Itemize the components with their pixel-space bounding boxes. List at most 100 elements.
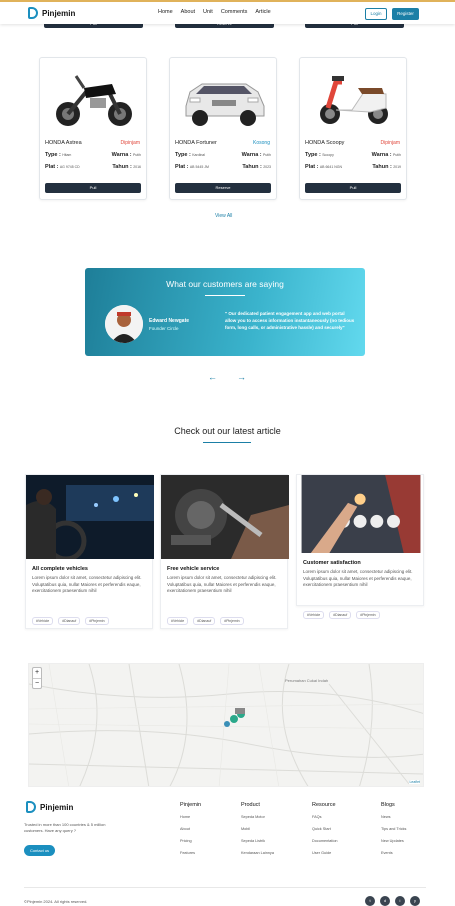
twitter-icon[interactable]: t — [365, 896, 375, 906]
footer-link[interactable]: Sepeda Listrik — [241, 839, 274, 843]
footer-link[interactable]: Tips and Tricks — [381, 827, 406, 831]
vehicle-action-button[interactable]: Pull — [305, 183, 401, 193]
tag[interactable]: #Dianauf — [329, 611, 352, 619]
logo-icon — [26, 801, 36, 813]
tag[interactable]: #Dianauf — [58, 617, 81, 625]
footer-link[interactable]: New Updates — [381, 839, 406, 843]
vehicle-row-plate: Plat : AG 9745 CD Tahun : 2016 — [45, 164, 141, 170]
article-body: Lorem ipsum dolor sit amet, consectetur … — [167, 575, 277, 593]
article-card[interactable]: Free vehicle service Lorem ipsum dolor s… — [160, 474, 289, 629]
suv-image — [185, 83, 265, 126]
article-title: All complete vehicles — [32, 566, 88, 572]
footer-column-title: Pinjemin — [180, 802, 202, 808]
instagram-icon[interactable]: i — [395, 896, 405, 906]
vehicle-row-plate: Plat : AB 6641 NGN Tahun : 2019 — [305, 164, 401, 170]
zoom-control: + − — [32, 667, 42, 689]
footer-description: Trusted in more than 100 countries & 5 m… — [24, 822, 106, 833]
zoom-in-button[interactable]: + — [33, 668, 41, 678]
nav-article[interactable]: Article — [255, 9, 270, 15]
testimonial-heading: What our customers are saying — [166, 279, 284, 289]
arrow-right-icon[interactable]: → — [237, 372, 246, 382]
login-button[interactable]: Login — [365, 8, 387, 20]
brand-logo[interactable]: Pinjemin — [28, 7, 75, 19]
tag[interactable]: #Vehicle — [32, 617, 54, 625]
article-card[interactable]: Customer satisfaction Lorem ipsum dolor … — [296, 474, 424, 619]
vehicle-card: HONDA Fortuner Kosong Type : Kardinal Wa… — [169, 57, 277, 200]
map-marker-cluster — [224, 708, 245, 727]
article-body: Lorem ipsum dolor sit amet, consectetur … — [303, 569, 413, 587]
nav-unit[interactable]: Unit — [203, 9, 213, 15]
dribbble-icon[interactable]: d — [380, 896, 390, 906]
vehicle-name: HONDA Fortuner — [175, 140, 217, 146]
contact-us-button[interactable]: Contact us — [24, 845, 55, 856]
article-tags: #Vehicle #Dianauf #Pinjemin — [167, 617, 244, 625]
footer-link[interactable]: Sepeda Motor — [241, 815, 274, 819]
footer-link[interactable]: Home — [180, 815, 201, 819]
motorbike-image — [56, 75, 132, 126]
footer-link[interactable]: Pricing — [180, 839, 201, 843]
vehicle-status: Dipinjam — [380, 140, 400, 146]
vehicle-name: HONDA Astrea — [45, 140, 82, 146]
footer-column-title: Resource — [312, 802, 336, 808]
view-all-link[interactable]: View All — [215, 213, 232, 219]
heading-underline — [203, 442, 251, 443]
copyright: ©Pinjemin 2024. All rights reserved. — [24, 899, 88, 904]
footer-logo[interactable]: Pinjemin — [26, 801, 73, 813]
footer-link[interactable]: Quick Start — [312, 827, 338, 831]
zoom-out-button[interactable]: − — [33, 678, 41, 688]
articles-heading: Check out our latest article — [174, 426, 281, 436]
tag[interactable]: #Pinjemin — [85, 617, 109, 625]
customer-name: Edward Newgate — [149, 318, 190, 324]
vehicle-card: HONDA Astrea Dipinjam Type : Hitam Warna… — [39, 57, 147, 200]
article-tags: #Vehicle #Dianauf #Pinjemin — [32, 617, 109, 625]
map-place-label: Perumahan Cukai Indah — [285, 678, 329, 683]
arrow-left-icon[interactable]: ← — [208, 372, 217, 382]
footer-divider — [24, 887, 426, 888]
tag[interactable]: #Vehicle — [303, 611, 325, 619]
nav-about[interactable]: About — [181, 9, 195, 15]
footer-link[interactable]: Mobil — [241, 827, 274, 831]
footer-link[interactable]: Kendaraan Lainnya — [241, 851, 274, 855]
footer-column-title: Product — [241, 802, 260, 808]
tag[interactable]: #Vehicle — [167, 617, 189, 625]
article-image-driving — [26, 475, 154, 559]
footer-link[interactable]: Events — [381, 851, 406, 855]
tag[interactable]: #Pinjemin — [356, 611, 380, 619]
register-button[interactable]: Register — [392, 8, 419, 20]
testimonial-card: What our customers are saying Edward New… — [85, 268, 365, 356]
vehicle-row-plate: Plat : AB 5445 JM Tahun : 2023 — [175, 164, 271, 170]
top-navbar: Pinjemin Home About Unit Comments Articl… — [0, 0, 455, 24]
main-nav: Home About Unit Comments Article — [158, 9, 271, 15]
tag[interactable]: #Dianauf — [193, 617, 216, 625]
vehicle-card: HONDA Scoopy Dipinjam Type : Scoopy Warn… — [299, 57, 407, 200]
nav-comments[interactable]: Comments — [221, 9, 248, 15]
vehicle-row-type: Type : Hitam Warna : Putih — [45, 152, 141, 158]
vehicle-status: Kosong — [253, 140, 270, 146]
article-tags: #Vehicle #Dianauf #Pinjemin — [303, 611, 380, 619]
footer-column-pinjemin: Pinjemin Home About Pricing Features — [180, 802, 201, 863]
footer-link[interactable]: About — [180, 827, 201, 831]
article-body: Lorem ipsum dolor sit amet, consectetur … — [32, 575, 142, 593]
youtube-icon[interactable]: y — [410, 896, 420, 906]
testimonial-quote: " Our dedicated patient engagement app a… — [225, 311, 355, 330]
location-map[interactable]: Perumahan Cukai Indah + − Leaflet — [28, 663, 424, 787]
article-card[interactable]: All complete vehicles Lorem ipsum dolor … — [25, 474, 154, 629]
avatar — [105, 305, 143, 343]
footer-link[interactable]: FAQs — [312, 815, 338, 819]
footer-column-product: Product Sepeda Motor Mobil Sepeda Listri… — [241, 802, 274, 863]
vehicle-action-button[interactable]: Reserve — [175, 183, 271, 193]
footer-link[interactable]: Documentation — [312, 839, 338, 843]
tag[interactable]: #Pinjemin — [220, 617, 244, 625]
map-tiles — [29, 664, 423, 786]
vehicle-action-button[interactable]: Pull — [45, 183, 141, 193]
vehicle-status: Dipinjam — [120, 140, 140, 146]
footer-column-blogs: Blogs News Tips and Tricks New Updates E… — [381, 802, 406, 863]
map-attribution[interactable]: Leaflet — [409, 780, 420, 784]
scooter-image — [320, 76, 388, 124]
article-image-satisfaction — [301, 475, 421, 553]
nav-home[interactable]: Home — [158, 9, 173, 15]
footer-link[interactable]: Features — [180, 851, 201, 855]
footer-link[interactable]: News — [381, 815, 406, 819]
footer-link[interactable]: User Guide — [312, 851, 338, 855]
heading-underline — [205, 295, 245, 296]
